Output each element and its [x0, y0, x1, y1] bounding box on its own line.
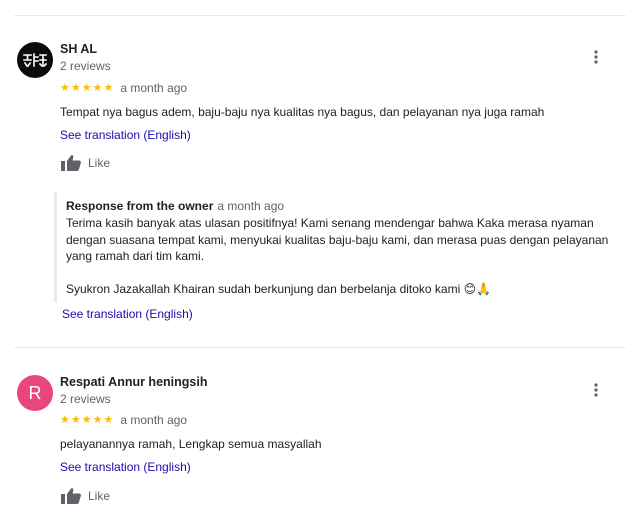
review-time: a month ago — [120, 413, 188, 427]
review-text: Tempat nya bagus adem, baju-baju nya kua… — [60, 105, 545, 119]
owner-response-paragraph: Terima kasih banyak atas ulasan positifn… — [66, 216, 609, 263]
see-translation-link[interactable]: See translation (English) — [60, 128, 191, 142]
see-translation-link[interactable]: See translation (English) — [62, 307, 193, 321]
thumbs-up-icon — [61, 155, 81, 171]
reviewer-name[interactable]: SH AL — [60, 42, 97, 56]
like-button[interactable]: Like — [60, 487, 110, 505]
star-icon: ★ — [92, 82, 103, 94]
star-icon: ★ — [60, 82, 70, 94]
owner-response-paragraph: Syukron Jazakallah Khairan sudah berkunj… — [66, 281, 492, 296]
star-icon: ★ — [81, 414, 92, 426]
reviewer-name[interactable]: Respati Annur heningsih — [60, 375, 207, 389]
rating-row: ★ ★ ★ ★ ★ a month ago — [60, 81, 187, 95]
like-button[interactable]: Like — [60, 154, 110, 172]
star-icon: ★ — [60, 414, 70, 426]
rating-row: ★ ★ ★ ★ ★ a month ago — [60, 413, 187, 427]
owner-response: Response from the owner a month ago Terim… — [54, 192, 617, 302]
star-rating: ★ ★ ★ ★ ★ — [60, 82, 113, 94]
star-icon: ★ — [92, 414, 103, 426]
avatar-logo-icon — [23, 53, 48, 68]
see-translation-link[interactable]: See translation (English) — [60, 460, 191, 474]
divider-top — [14, 15, 626, 16]
like-label: Like — [88, 156, 111, 170]
star-icon: ★ — [70, 414, 81, 426]
more-options-button[interactable] — [588, 380, 604, 400]
avatar-letter: R — [28, 382, 42, 403]
owner-response-time: a month ago — [217, 199, 285, 213]
star-icon: ★ — [70, 82, 81, 94]
more-vert-icon — [594, 383, 598, 397]
review-text: pelayanannya ramah, Lengkap semua masyal… — [60, 437, 322, 451]
star-icon: ★ — [81, 82, 92, 94]
more-vert-icon — [594, 50, 598, 64]
owner-response-text: Terima kasih banyak atas ulasan positifn… — [66, 215, 622, 297]
star-icon: ★ — [103, 414, 114, 426]
star-rating: ★ ★ ★ ★ ★ — [60, 414, 113, 426]
review-count[interactable]: 2 reviews — [60, 59, 111, 73]
owner-response-header: Response from the owner a month ago — [66, 199, 284, 213]
review-time: a month ago — [120, 81, 188, 95]
avatar[interactable] — [17, 42, 53, 78]
review-count[interactable]: 2 reviews — [60, 392, 111, 406]
more-options-button[interactable] — [588, 47, 604, 67]
star-icon: ★ — [103, 82, 114, 94]
like-label: Like — [88, 489, 111, 503]
avatar[interactable]: R — [17, 375, 53, 411]
thumbs-up-icon — [61, 488, 81, 504]
owner-response-label: Response from the owner — [66, 199, 214, 213]
divider — [14, 347, 626, 348]
